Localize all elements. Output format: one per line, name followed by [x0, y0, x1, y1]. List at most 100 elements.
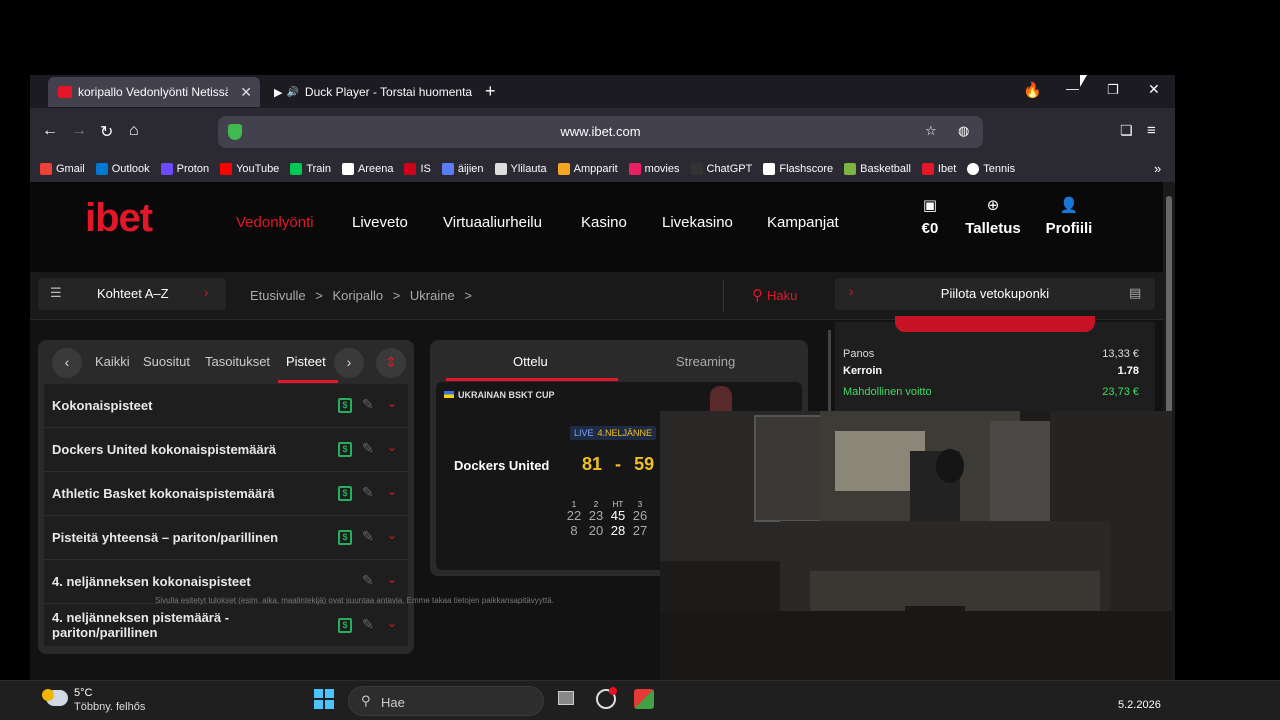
- tab-duck-player[interactable]: ▶ 🔊 Duck Player - Torstai huomenta: [270, 77, 475, 107]
- filter-icon: ☰: [50, 285, 62, 300]
- bookmark-aijien[interactable]: äijien: [441, 163, 484, 175]
- market-row[interactable]: Dockers United kokonaispistemäärä $ ✎ ⌄: [44, 428, 408, 472]
- close-window-button[interactable]: ✕: [1148, 81, 1160, 98]
- market-row[interactable]: Kokonaispisteet $ ✎ ⌄: [44, 384, 408, 428]
- bookmark-youtube[interactable]: YouTube: [220, 163, 279, 175]
- breadcrumb-koripallo[interactable]: Koripallo: [332, 288, 383, 303]
- market-row[interactable]: Pisteitä yhteensä – pariton/parillinen $…: [44, 516, 408, 560]
- scroll-right-button[interactable]: ›: [334, 348, 364, 378]
- nav-vedonlyonti[interactable]: Vedonlyönti: [236, 214, 314, 231]
- close-tab-icon[interactable]: ✕: [240, 84, 252, 101]
- bookmark-ylilauta[interactable]: Ylilauta: [494, 163, 547, 175]
- url-bar[interactable]: www.ibet.com ☆ ◍: [218, 116, 983, 148]
- bookmark-ibet[interactable]: Ibet: [921, 163, 956, 175]
- chevron-down-icon[interactable]: ⌄: [387, 528, 397, 542]
- bookmark-add-icon[interactable]: ☆: [925, 123, 937, 139]
- collapse-all-button[interactable]: ⇕: [376, 348, 406, 378]
- restore-button[interactable]: ❐: [1107, 82, 1119, 98]
- youtube-icon: [220, 163, 233, 175]
- bookmark-is[interactable]: IS: [404, 163, 431, 175]
- nav-kasino[interactable]: Kasino: [581, 214, 627, 231]
- ibet-logo[interactable]: ibet: [85, 196, 153, 241]
- speaker-icon[interactable]: 🔊: [286, 87, 298, 98]
- search-button[interactable]: ⚲ Haku: [752, 286, 797, 304]
- breadcrumb-ukraine[interactable]: Ukraine: [410, 288, 455, 303]
- bookmark-flashscore[interactable]: Flashscore: [763, 163, 833, 175]
- bookmark-label: Proton: [176, 163, 210, 175]
- bookmark-basketball[interactable]: Basketball: [844, 163, 911, 175]
- bookmark-gmail[interactable]: Gmail: [40, 163, 85, 175]
- nav-liveveto[interactable]: Liveveto: [352, 214, 408, 231]
- bookmark-tennis[interactable]: Tennis: [967, 163, 1015, 175]
- chevron-down-icon[interactable]: ⌄: [387, 572, 397, 586]
- bookmark-label: Train: [306, 163, 331, 175]
- pin-icon[interactable]: ✎: [362, 616, 374, 633]
- notification-badge: [609, 687, 617, 695]
- bookmark-proton[interactable]: Proton: [160, 163, 210, 175]
- minimize-button[interactable]: —: [1066, 81, 1079, 96]
- scroll-left-button[interactable]: ‹: [52, 348, 82, 378]
- app-icon[interactable]: [634, 689, 654, 709]
- tab-ottelu[interactable]: Ottelu: [513, 354, 548, 369]
- bookmark-chatgpt[interactable]: ChatGPT: [690, 163, 752, 175]
- odds-row: Kerroin 1.78: [843, 365, 1139, 377]
- nav-virtuaaliurheilu[interactable]: Virtuaaliurheilu: [443, 214, 542, 231]
- taskbar-search-input[interactable]: ⚲ Hae: [348, 686, 544, 716]
- tab-pisteet[interactable]: Pisteet: [286, 354, 326, 369]
- nav-kampanjat[interactable]: Kampanjat: [767, 214, 839, 231]
- extensions-icon[interactable]: ❏: [1120, 122, 1133, 139]
- gmail-icon: [40, 163, 52, 175]
- wallet-button[interactable]: ▣ €0: [915, 196, 945, 237]
- market-row[interactable]: 4. neljänneksen pistemäärä - pariton/par…: [44, 604, 408, 646]
- new-tab-button[interactable]: +: [485, 81, 496, 102]
- tab-tasoitukset[interactable]: Tasoitukset: [205, 354, 270, 369]
- home-icon[interactable]: ⌂: [129, 122, 139, 140]
- flame-icon[interactable]: 🔥: [1023, 81, 1042, 99]
- bookmark-ampparit[interactable]: Ampparit: [557, 163, 618, 175]
- clock-date[interactable]: 5.2.2026: [1118, 699, 1161, 711]
- pin-icon[interactable]: ✎: [362, 572, 374, 589]
- chat-icon[interactable]: ◍: [958, 123, 969, 139]
- chevron-down-icon[interactable]: ⌄: [387, 484, 397, 498]
- forward-icon[interactable]: →: [71, 122, 87, 140]
- reload-icon[interactable]: ↻: [100, 122, 113, 142]
- bookmark-train[interactable]: Train: [290, 163, 331, 175]
- balance-value: €0: [921, 220, 939, 237]
- pin-icon[interactable]: ✎: [362, 484, 374, 501]
- tab-kaikki[interactable]: Kaikki: [95, 354, 130, 369]
- pin-icon[interactable]: ✎: [362, 440, 374, 457]
- nav-livekasino[interactable]: Livekasino: [662, 214, 733, 231]
- bookmark-movies[interactable]: movies: [628, 163, 680, 175]
- flashscore-icon: [763, 163, 776, 175]
- back-icon[interactable]: ←: [42, 122, 58, 140]
- bookmark-outlook[interactable]: Outlook: [95, 163, 150, 175]
- pin-icon[interactable]: ✎: [362, 528, 374, 545]
- hide-coupon-button[interactable]: › Piilota vetokuponki ▤: [835, 278, 1155, 310]
- video-overlay[interactable]: [660, 411, 1172, 697]
- tab-suositut[interactable]: Suositut: [143, 354, 190, 369]
- chevron-down-icon[interactable]: ⌄: [387, 396, 397, 410]
- az-button[interactable]: ☰ Kohteet A–Z ›: [38, 278, 226, 310]
- tab-streaming[interactable]: Streaming: [676, 354, 735, 369]
- weather-temperature[interactable]: 5°C: [74, 687, 92, 699]
- breadcrumb-home[interactable]: Etusivulle: [250, 288, 306, 303]
- tab-title: koripallo Vedonlyönti Netissä |: [78, 85, 228, 99]
- windows-start-icon[interactable]: [314, 689, 334, 709]
- pin-icon[interactable]: ✎: [362, 396, 374, 413]
- chevron-down-icon[interactable]: ⌄: [387, 440, 397, 454]
- tab-ibet[interactable]: koripallo Vedonlyönti Netissä | ✕: [48, 77, 260, 107]
- more-bookmarks-icon[interactable]: »: [1154, 161, 1161, 176]
- market-panel: ‹ Kaikki Suositut Tasoitukset Pisteet › …: [38, 340, 414, 654]
- task-view-icon[interactable]: [558, 691, 574, 705]
- weather-description[interactable]: Többny. felhős: [74, 701, 145, 713]
- bookmark-areena[interactable]: Areena: [341, 163, 393, 175]
- league-label: UKRAINAN BSKT CUP: [444, 390, 555, 400]
- menu-icon[interactable]: ≡: [1147, 122, 1156, 139]
- market-tabs: ‹ Kaikki Suositut Tasoitukset Pisteet › …: [38, 340, 414, 384]
- live-badge: LIVE 4.NELJÄNNE: [570, 426, 657, 440]
- chevron-down-icon[interactable]: ⌄: [387, 616, 397, 630]
- market-row[interactable]: Athletic Basket kokonaispistemäärä $ ✎ ⌄: [44, 472, 408, 516]
- url-text[interactable]: www.ibet.com: [218, 124, 983, 139]
- deposit-button[interactable]: ⊕ Talletus: [962, 196, 1024, 237]
- profile-button[interactable]: 👤 Profiili: [1042, 196, 1096, 237]
